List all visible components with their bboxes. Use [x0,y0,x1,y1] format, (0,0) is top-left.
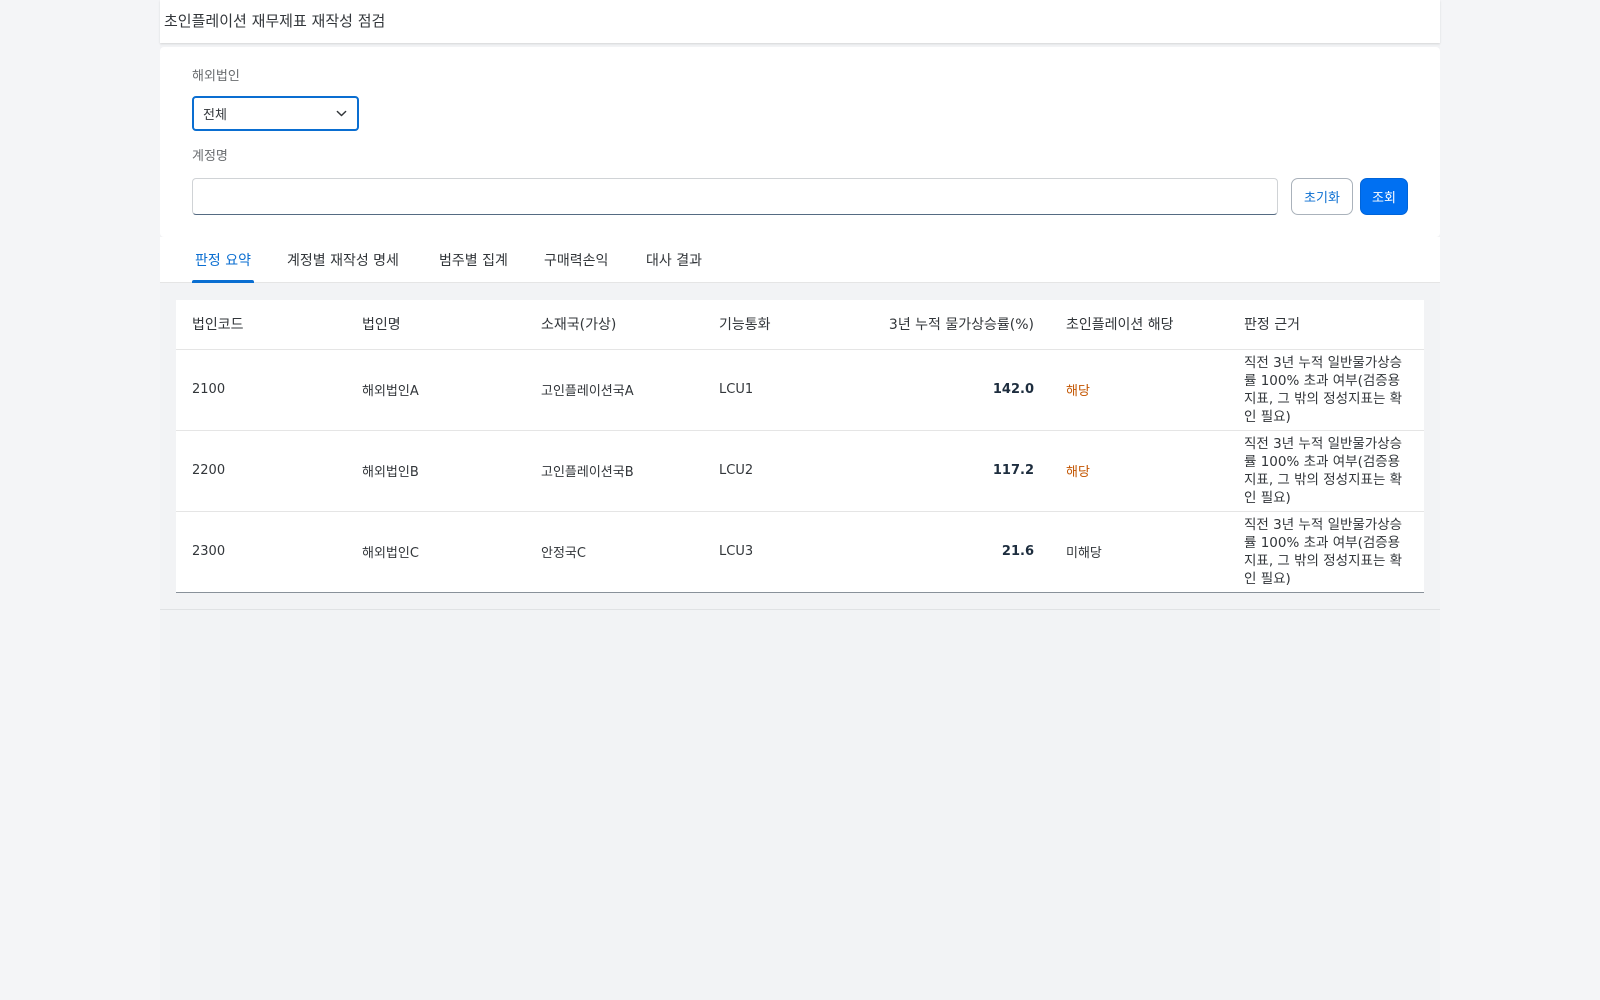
table-header-row: 법인코드 법인명 소재국(가상) 기능통화 3년 누적 물가상승률(%) 초인플… [176,300,1424,350]
column-header-hyperinflation[interactable]: 초인플레이션 해당 [1050,300,1228,350]
tab-bar: 판정 요약 계정별 재작성 명세 범주별 집계 구매력손익 대사 결과 [160,237,1440,283]
cell-hyperinflation-status: 미해당 [1050,511,1228,593]
cell-currency: LCU1 [703,349,823,431]
column-header-inflation-rate[interactable]: 3년 누적 물가상승률(%) [823,300,1050,350]
section-divider [160,609,1440,610]
tab-reconciliation[interactable]: 대사 결과 [646,237,702,283]
page: 초인플레이션 재무제표 재작성 점검 해외법인 전체 계정명 초기화 조회 판정… [160,0,1440,1000]
reset-button[interactable]: 초기화 [1291,178,1353,215]
account-filter-label: 계정명 [192,149,228,164]
tab-category-summary[interactable]: 범주별 집계 [439,237,508,283]
tab-summary[interactable]: 판정 요약 [192,237,254,283]
cell-inflation-rate: 117.2 [823,430,1050,512]
filter-bar: 해외법인 전체 계정명 초기화 조회 [160,47,1440,237]
title-bar: 초인플레이션 재무제표 재작성 점검 [160,0,1440,43]
cell-basis: 직전 3년 누적 일반물가상승률 100% 초과 여부(검증용 지표, 그 밖의… [1228,349,1424,431]
entity-select[interactable]: 전체 [192,96,359,131]
cell-country: 고인플레이션국A [525,349,703,431]
cell-country: 고인플레이션국B [525,430,703,512]
cell-inflation-rate: 142.0 [823,349,1050,431]
column-header-currency[interactable]: 기능통화 [703,300,823,350]
entity-select-value: 전체 [203,108,227,123]
cell-basis: 직전 3년 누적 일반물가상승률 100% 초과 여부(검증용 지표, 그 밖의… [1228,430,1424,512]
table-row[interactable]: 2200 해외법인B 고인플레이션국B LCU2 117.2 해당 직전 3년 … [176,430,1424,512]
cell-currency: LCU2 [703,430,823,512]
column-header-basis[interactable]: 판정 근거 [1228,300,1424,350]
cell-name: 해외법인C [346,511,525,593]
column-header-code[interactable]: 법인코드 [176,300,346,350]
entity-filter-label: 해외법인 [192,69,240,84]
chevron-down-icon [336,110,347,117]
cell-code: 2100 [176,349,346,431]
cell-hyperinflation-status: 해당 [1050,349,1228,431]
column-header-name[interactable]: 법인명 [346,300,525,350]
summary-table: 법인코드 법인명 소재국(가상) 기능통화 3년 누적 물가상승률(%) 초인플… [176,300,1424,593]
tab-purchasing-power[interactable]: 구매력손익 [544,237,608,283]
tab-account-detail[interactable]: 계정별 재작성 명세 [287,237,399,283]
table-row[interactable]: 2100 해외법인A 고인플레이션국A LCU1 142.0 해당 직전 3년 … [176,349,1424,431]
column-header-country[interactable]: 소재국(가상) [525,300,703,350]
search-button[interactable]: 조회 [1360,178,1408,215]
cell-currency: LCU3 [703,511,823,593]
summary-table-container: 법인코드 법인명 소재국(가상) 기능통화 3년 누적 물가상승률(%) 초인플… [176,300,1424,593]
cell-name: 해외법인A [346,349,525,431]
cell-code: 2200 [176,430,346,512]
cell-name: 해외법인B [346,430,525,512]
account-name-input[interactable] [192,178,1278,215]
cell-hyperinflation-status: 해당 [1050,430,1228,512]
page-title: 초인플레이션 재무제표 재작성 점검 [164,12,386,30]
table-row[interactable]: 2300 해외법인C 안정국C LCU3 21.6 미해당 직전 3년 누적 일… [176,511,1424,593]
cell-code: 2300 [176,511,346,593]
cell-country: 안정국C [525,511,703,593]
cell-basis: 직전 3년 누적 일반물가상승률 100% 초과 여부(검증용 지표, 그 밖의… [1228,511,1424,593]
cell-inflation-rate: 21.6 [823,511,1050,593]
